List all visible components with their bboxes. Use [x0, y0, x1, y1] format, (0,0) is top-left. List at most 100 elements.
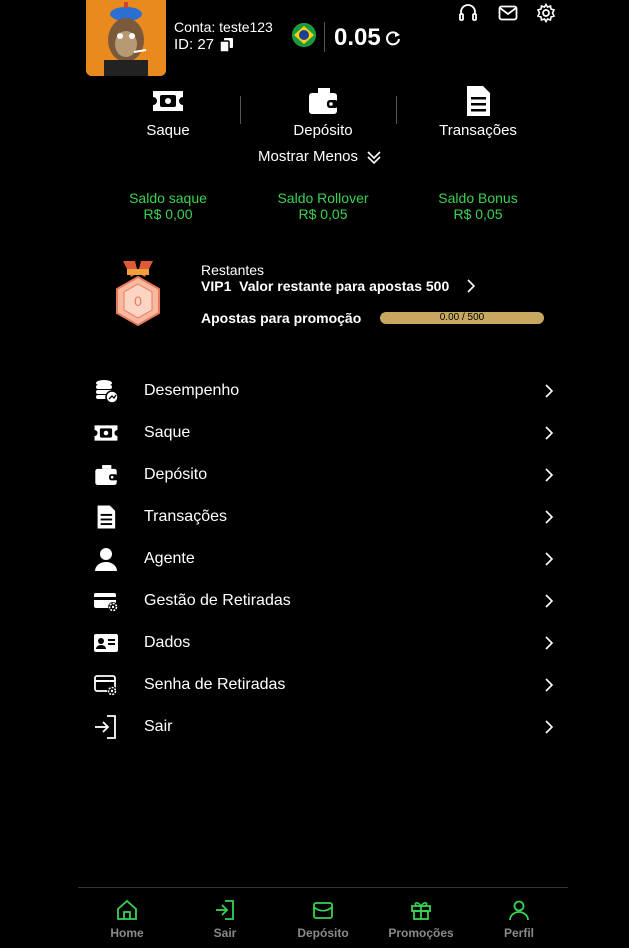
- quick-action-deposito[interactable]: Depósito: [263, 84, 383, 139]
- gift-icon: [411, 902, 431, 920]
- nav-label: Sair: [213, 926, 237, 940]
- menu-item-label: Desempenho: [144, 382, 240, 399]
- balance-rollover: Saldo Rollover R$ 0,05: [248, 190, 398, 222]
- promo-progress-bar: 0.00 / 500: [380, 312, 544, 324]
- user-icon: [95, 548, 117, 571]
- document-icon: [467, 86, 490, 116]
- menu-item-agente[interactable]: Agente: [92, 538, 562, 580]
- header-divider: [324, 22, 325, 52]
- quick-action-label: Saque: [146, 122, 190, 139]
- menu-item-label: Saque: [144, 424, 191, 441]
- menu-item-gestao-retiradas[interactable]: Gestão de Retiradas: [92, 580, 562, 622]
- balance-title: Saldo saque: [129, 190, 207, 206]
- chevron-right-icon: [545, 510, 554, 524]
- brazil-flag-icon[interactable]: [292, 23, 316, 47]
- promo-progress-text: 0.00 / 500: [439, 312, 485, 323]
- balance-amount: R$ 0,05: [298, 206, 348, 222]
- balance-title: Saldo Bonus: [438, 190, 518, 206]
- ticket-icon: [153, 91, 183, 111]
- show-less-toggle[interactable]: Mostrar Menos: [258, 148, 382, 165]
- vip-medal-icon: 0: [116, 261, 160, 327]
- chevron-right-icon: [545, 468, 554, 482]
- logout-icon: [95, 715, 116, 739]
- nav-promocoes[interactable]: Promoções: [371, 898, 471, 940]
- quick-action-label: Transações: [439, 122, 517, 139]
- quick-action-label: Depósito: [293, 122, 353, 139]
- nav-sair[interactable]: Sair: [175, 898, 275, 940]
- nav-home[interactable]: Home: [77, 898, 177, 940]
- vip-level: VIP1: [201, 278, 232, 294]
- menu-item-saque[interactable]: Saque: [92, 412, 562, 454]
- quick-action-divider: [240, 96, 241, 124]
- menu-item-label: Dados: [144, 634, 191, 651]
- nav-deposito[interactable]: Depósito: [273, 898, 373, 940]
- show-less-label: Mostrar Menos: [258, 148, 359, 165]
- balance-withdraw: Saldo saque R$ 0,00: [93, 190, 243, 222]
- quick-action-transacoes[interactable]: Transações: [418, 84, 538, 139]
- vip-badge-level: 0: [134, 293, 142, 309]
- account-name: Conta: teste123: [174, 19, 273, 35]
- home-icon: [117, 899, 137, 920]
- chevron-right-icon: [545, 384, 554, 398]
- wallet-icon: [313, 902, 333, 919]
- ticket-icon: [94, 425, 118, 441]
- nav-perfil[interactable]: Perfil: [469, 898, 569, 940]
- user-id-text: ID: 27: [174, 36, 215, 53]
- menu-item-transacoes[interactable]: Transações: [92, 496, 562, 538]
- logout-icon: [216, 900, 234, 920]
- card-gear-icon: [94, 593, 118, 612]
- headset-icon[interactable]: [458, 3, 478, 23]
- chevron-right-icon: [545, 636, 554, 650]
- balance-value: 0.05: [334, 24, 381, 51]
- menu-item-label: Depósito: [144, 466, 208, 483]
- nav-label: Depósito: [297, 926, 349, 940]
- menu-item-label: Gestão de Retiradas: [144, 592, 291, 609]
- vip-remaining-label: Restantes: [201, 262, 265, 278]
- menu-item-senha-retiradas[interactable]: Senha de Retiradas: [92, 664, 562, 706]
- chevron-right-icon: [467, 279, 476, 293]
- bottom-nav-divider: [78, 887, 568, 888]
- menu-item-label: Senha de Retiradas: [144, 676, 286, 693]
- chevron-right-icon: [545, 594, 554, 608]
- gear-icon[interactable]: [536, 3, 556, 23]
- menu-item-label: Agente: [144, 550, 195, 567]
- menu-item-sair[interactable]: Sair: [92, 706, 562, 748]
- menu-item-dados[interactable]: Dados: [92, 622, 562, 664]
- chevron-right-icon: [545, 678, 554, 692]
- balance: 0.05: [334, 24, 401, 52]
- refresh-icon[interactable]: [385, 30, 401, 46]
- user-id: ID: 27: [174, 36, 234, 53]
- nav-label: Promoções: [388, 926, 454, 940]
- menu-item-label: Transações: [144, 508, 227, 525]
- profile-menu: Desempenho Saque Depósito Transações Age…: [92, 370, 562, 748]
- menu-item-label: Sair: [144, 718, 173, 735]
- chevron-right-icon: [545, 426, 554, 440]
- vip-remaining-text: Valor restante para apostas 500: [239, 278, 450, 294]
- document-icon: [97, 505, 116, 529]
- id-card-icon: [94, 634, 118, 652]
- mail-icon[interactable]: [498, 3, 518, 23]
- chevron-right-icon: [545, 720, 554, 734]
- menu-item-desempenho[interactable]: Desempenho: [92, 370, 562, 412]
- avatar-image: [86, 0, 166, 76]
- balance-title: Saldo Rollover: [277, 190, 369, 206]
- vip-progress-link[interactable]: VIP1 Valor restante para apostas 500: [201, 278, 477, 294]
- quick-action-saque[interactable]: Saque: [108, 84, 228, 139]
- wallet-icon: [95, 465, 118, 485]
- balance-amount: R$ 0,05: [453, 206, 503, 222]
- user-icon: [509, 900, 529, 921]
- avatar[interactable]: [86, 0, 166, 76]
- double-chevron-down-icon: [367, 150, 381, 164]
- coins-chart-icon: [96, 380, 119, 404]
- balance-amount: R$ 0,00: [143, 206, 193, 222]
- wallet-icon: [309, 88, 338, 114]
- nav-label: Perfil: [503, 926, 534, 940]
- promo-bets-label: Apostas para promoção: [201, 310, 362, 326]
- balance-bonus: Saldo Bonus R$ 0,05: [403, 190, 553, 222]
- chevron-right-icon: [545, 552, 554, 566]
- card-settings-icon: [94, 675, 117, 696]
- quick-action-divider: [396, 96, 397, 124]
- nav-label: Home: [110, 926, 144, 940]
- copy-icon[interactable]: [220, 37, 234, 52]
- menu-item-deposito[interactable]: Depósito: [92, 454, 562, 496]
